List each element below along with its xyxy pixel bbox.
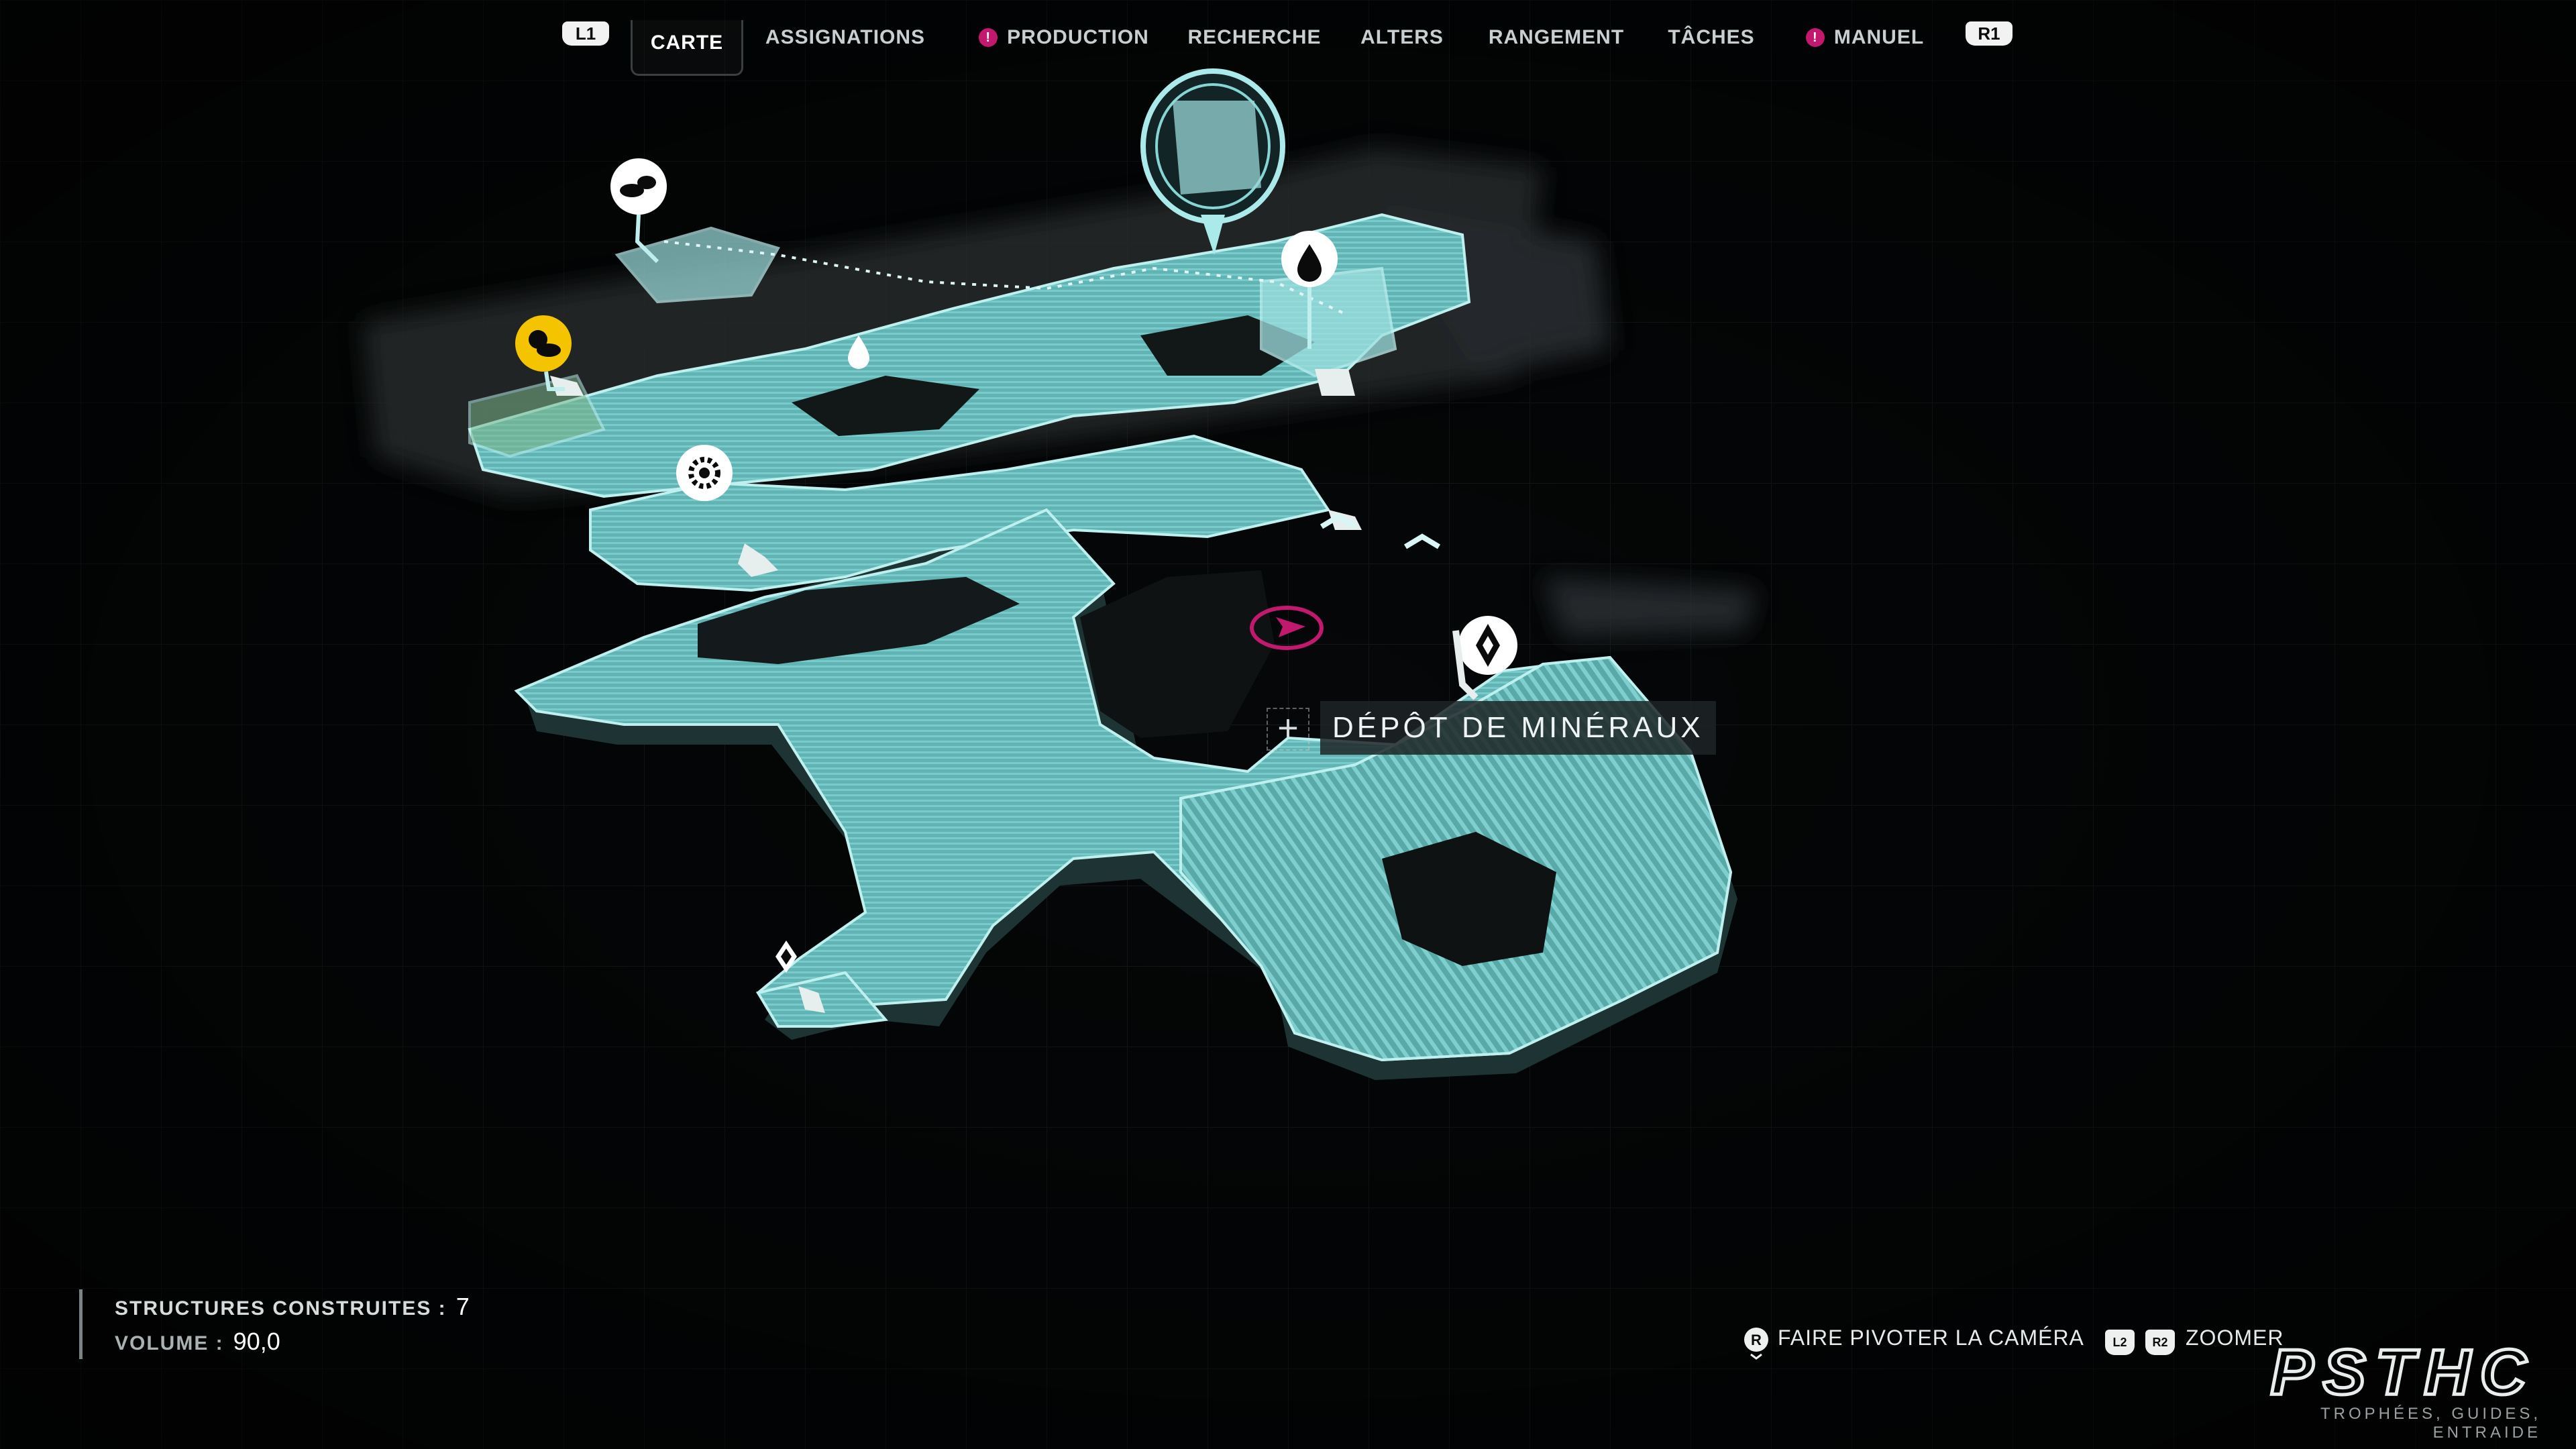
tab-label: ALTERS bbox=[1360, 26, 1444, 48]
selected-location-label: DÉPÔT DE MINÉRAUX bbox=[1320, 701, 1716, 755]
tab-production[interactable]: ! PRODUCTION bbox=[970, 20, 1158, 74]
rotate-camera-hint: R FAIRE PIVOTER LA CAMÉRA bbox=[1743, 1319, 2084, 1360]
top-navigation: L1 CARTE ASSIGNATIONS ! PRODUCTION RECHER… bbox=[0, 20, 2576, 87]
right-stick-icon: R bbox=[1744, 1327, 1768, 1360]
tab-taches[interactable]: TÂCHES bbox=[1661, 20, 1762, 74]
settlement-stats: STRUCTURES CONSTRUITES : 7 VOLUME : 90,0 bbox=[79, 1289, 470, 1359]
volume-value: 90,0 bbox=[233, 1328, 280, 1355]
tab-manuel[interactable]: ! MANUEL bbox=[1798, 20, 1932, 74]
tab-label: ASSIGNATIONS bbox=[765, 26, 926, 48]
tab-assignations[interactable]: ASSIGNATIONS bbox=[758, 20, 932, 74]
prev-tab-button[interactable]: L1 bbox=[562, 21, 609, 46]
structures-row: STRUCTURES CONSTRUITES : 7 bbox=[115, 1289, 470, 1324]
alert-icon: ! bbox=[979, 28, 998, 47]
tab-recherche[interactable]: RECHERCHE bbox=[1187, 20, 1322, 74]
map-screen: + DÉPÔT DE MINÉRAUX L1 CARTE ASSIGNATION… bbox=[0, 0, 2576, 1449]
tab-carte[interactable]: CARTE bbox=[631, 20, 743, 76]
psthc-tagline: TROPHÉES, GUIDES, ENTRAIDE bbox=[2320, 1405, 2541, 1442]
structures-value: 7 bbox=[455, 1293, 470, 1320]
volume-label: VOLUME : bbox=[115, 1332, 224, 1354]
svg-text:PSTHC: PSTHC bbox=[2271, 1340, 2536, 1407]
l2-button-icon: L2 bbox=[2105, 1329, 2135, 1355]
gear-icon[interactable] bbox=[676, 445, 733, 501]
tab-rangement[interactable]: RANGEMENT bbox=[1483, 20, 1630, 74]
tab-label: RANGEMENT bbox=[1488, 26, 1625, 48]
volume-row: VOLUME : 90,0 bbox=[115, 1324, 470, 1359]
next-tab-button[interactable]: R1 bbox=[1966, 21, 2012, 46]
rotate-camera-label: FAIRE PIVOTER LA CAMÉRA bbox=[1778, 1326, 2084, 1350]
tab-alters[interactable]: ALTERS bbox=[1355, 20, 1449, 74]
r2-button-icon: R2 bbox=[2145, 1329, 2175, 1355]
tab-label: MANUEL bbox=[1833, 26, 1925, 48]
alert-icon: ! bbox=[1805, 28, 1825, 47]
add-marker-icon[interactable]: + bbox=[1267, 708, 1309, 751]
tab-label: PRODUCTION bbox=[1007, 26, 1149, 48]
tab-label: TÂCHES bbox=[1668, 26, 1755, 48]
psthc-logo: PSTHC bbox=[2269, 1340, 2536, 1407]
svg-text:R: R bbox=[1751, 1332, 1762, 1348]
tab-label: RECHERCHE bbox=[1187, 26, 1322, 48]
structures-label: STRUCTURES CONSTRUITES : bbox=[115, 1297, 447, 1320]
tab-label: CARTE bbox=[650, 32, 724, 54]
